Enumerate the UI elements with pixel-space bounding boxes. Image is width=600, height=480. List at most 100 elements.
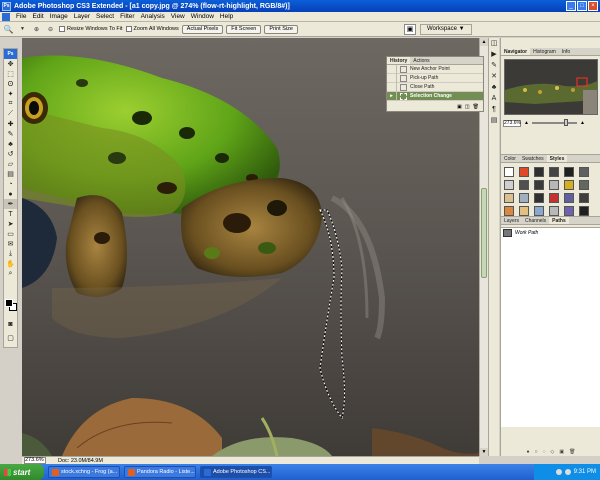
close-button[interactable]: × — [588, 1, 598, 11]
clone-stamp-icon[interactable]: ♣ — [4, 139, 17, 149]
history-item[interactable]: Pick-up Path — [387, 73, 483, 83]
style-swatch[interactable] — [579, 193, 589, 203]
taskbar-item[interactable]: stock.xchng - Frog (a... — [48, 466, 120, 478]
style-swatch[interactable] — [519, 167, 529, 177]
resize-windows-checkbox[interactable]: Resize Windows To Fit — [59, 26, 123, 32]
menu-help[interactable]: Help — [217, 13, 236, 20]
shape-tool-icon[interactable]: ▭ — [4, 229, 17, 239]
style-swatch[interactable] — [519, 193, 529, 203]
style-swatch[interactable] — [534, 206, 544, 216]
path-selection-icon[interactable]: ➤ — [4, 219, 17, 229]
crop-tool-icon[interactable]: ⌗ — [4, 99, 17, 109]
menu-select[interactable]: Select — [93, 13, 117, 20]
style-swatch[interactable] — [564, 180, 574, 190]
zoom-out-icon[interactable]: ⊖ — [45, 24, 56, 35]
fit-screen-button[interactable]: Fit Screen — [226, 24, 262, 34]
menu-window[interactable]: Window — [188, 13, 217, 20]
hand-tool-icon[interactable]: ✋ — [4, 259, 17, 269]
slice-tool-icon[interactable]: ⟋ — [4, 109, 17, 119]
navigator-zoom-field[interactable]: 273.6% — [503, 119, 521, 127]
type-tool-icon[interactable]: T — [4, 209, 17, 219]
tab-channels[interactable]: Channels — [522, 217, 549, 224]
make-work-path-icon[interactable]: ◇ — [551, 449, 555, 455]
style-swatch[interactable] — [534, 193, 544, 203]
navigator-thumbnail[interactable] — [504, 59, 598, 115]
status-doc-size[interactable]: Doc: 23.0M/84.9M — [58, 458, 103, 464]
fill-path-icon[interactable]: ● — [527, 449, 530, 455]
load-selection-icon[interactable]: ◌ — [543, 449, 546, 455]
notes-tool-icon[interactable]: ✉ — [4, 239, 17, 249]
character-dock-icon[interactable]: A — [489, 93, 499, 104]
style-swatch[interactable] — [579, 206, 589, 216]
tray-network-icon[interactable] — [555, 469, 562, 475]
blur-tool-icon[interactable]: ◔ — [4, 179, 17, 189]
dropdown-arrow-icon[interactable]: ▼ — [17, 24, 28, 35]
scroll-down-arrow-icon[interactable]: ▼ — [480, 448, 488, 456]
style-swatch[interactable] — [504, 193, 514, 203]
menu-file[interactable]: File — [13, 13, 29, 20]
foreground-color-swatch[interactable] — [5, 299, 13, 307]
actual-pixels-button[interactable]: Actual Pixels — [181, 24, 224, 34]
history-dock-icon[interactable]: ◫ — [489, 38, 499, 49]
tool-presets-dock-icon[interactable]: ✕ — [489, 71, 499, 82]
menu-filter[interactable]: Filter — [117, 13, 137, 20]
style-swatch[interactable] — [504, 206, 514, 216]
screen-mode-icon[interactable]: ▢ — [4, 333, 17, 343]
brushes-dock-icon[interactable]: ✎ — [489, 60, 499, 71]
tab-layers[interactable]: Layers — [501, 217, 522, 224]
zoom-all-checkbox[interactable]: Zoom All Windows — [125, 26, 179, 32]
history-item-selected[interactable]: ▸ Selection Change — [387, 91, 483, 101]
delete-path-icon[interactable]: 🗑 — [569, 449, 575, 455]
scroll-up-arrow-icon[interactable]: ▲ — [480, 38, 488, 46]
tab-color[interactable]: Color — [501, 155, 519, 162]
marquee-tool-icon[interactable]: ⬚ — [4, 69, 17, 79]
menu-analysis[interactable]: Analysis — [138, 13, 168, 20]
layer-comps-dock-icon[interactable]: ▤ — [489, 115, 499, 126]
tab-histogram[interactable]: Histogram — [530, 48, 559, 55]
workspace-button[interactable]: Workspace ▼ — [420, 24, 472, 35]
zoom-in-icon[interactable]: ⊕ — [31, 24, 42, 35]
history-item[interactable]: Close Path — [387, 82, 483, 92]
tab-styles[interactable]: Styles — [546, 155, 568, 162]
quick-mask-icon[interactable]: ◙ — [4, 319, 17, 329]
style-swatch[interactable] — [519, 180, 529, 190]
path-item[interactable]: Work Path — [501, 228, 600, 238]
style-swatch[interactable] — [564, 206, 574, 216]
tab-swatches[interactable]: Swatches — [519, 155, 547, 162]
style-swatch[interactable] — [534, 180, 544, 190]
clone-source-dock-icon[interactable]: ♣ — [489, 82, 499, 93]
menu-layer[interactable]: Layer — [71, 13, 93, 20]
minimize-button[interactable]: _ — [566, 1, 576, 11]
zoom-tool-icon[interactable]: 🔍 — [3, 24, 14, 35]
magic-wand-icon[interactable]: ✦ — [4, 89, 17, 99]
zoom-in-small-icon[interactable]: ▲ — [580, 120, 585, 126]
healing-brush-icon[interactable]: ✚ — [4, 119, 17, 129]
menu-edit[interactable]: Edit — [29, 13, 46, 20]
paragraph-dock-icon[interactable]: ¶ — [489, 104, 499, 115]
style-swatch[interactable] — [564, 167, 574, 177]
pen-tool-icon[interactable]: ✒ — [4, 199, 17, 209]
style-swatch[interactable] — [549, 193, 559, 203]
trash-icon[interactable]: 🗑 — [473, 104, 479, 110]
gradient-tool-icon[interactable]: ▤ — [4, 169, 17, 179]
style-swatch[interactable] — [549, 206, 559, 216]
zoom-out-small-icon[interactable]: ▲ — [524, 120, 529, 126]
tab-paths[interactable]: Paths — [549, 217, 569, 224]
status-zoom-field[interactable]: 273.6% — [24, 457, 46, 464]
new-snapshot-icon[interactable]: ◫ — [465, 104, 470, 110]
eyedropper-tool-icon[interactable]: ⤓ — [4, 249, 17, 259]
start-button[interactable]: start — [0, 464, 44, 480]
new-path-icon[interactable]: ▣ — [559, 449, 564, 455]
lasso-tool-icon[interactable]: ʘ — [4, 79, 17, 89]
style-swatch[interactable] — [519, 206, 529, 216]
print-size-button[interactable]: Print Size — [264, 24, 298, 34]
zoom-slider-knob[interactable] — [563, 119, 568, 126]
bridge-icon[interactable]: ▣ — [404, 24, 416, 35]
taskbar-item[interactable]: Pandora Radio - Liste... — [124, 466, 196, 478]
zoom-tool-panel-icon[interactable]: ⌕ — [4, 269, 17, 279]
menu-image[interactable]: Image — [47, 13, 71, 20]
history-brush-icon[interactable]: ↺ — [4, 149, 17, 159]
new-document-icon[interactable]: ▣ — [457, 104, 462, 110]
menu-view[interactable]: View — [168, 13, 188, 20]
taskbar-item-active[interactable]: Adobe Photoshop CS... — [200, 466, 272, 478]
